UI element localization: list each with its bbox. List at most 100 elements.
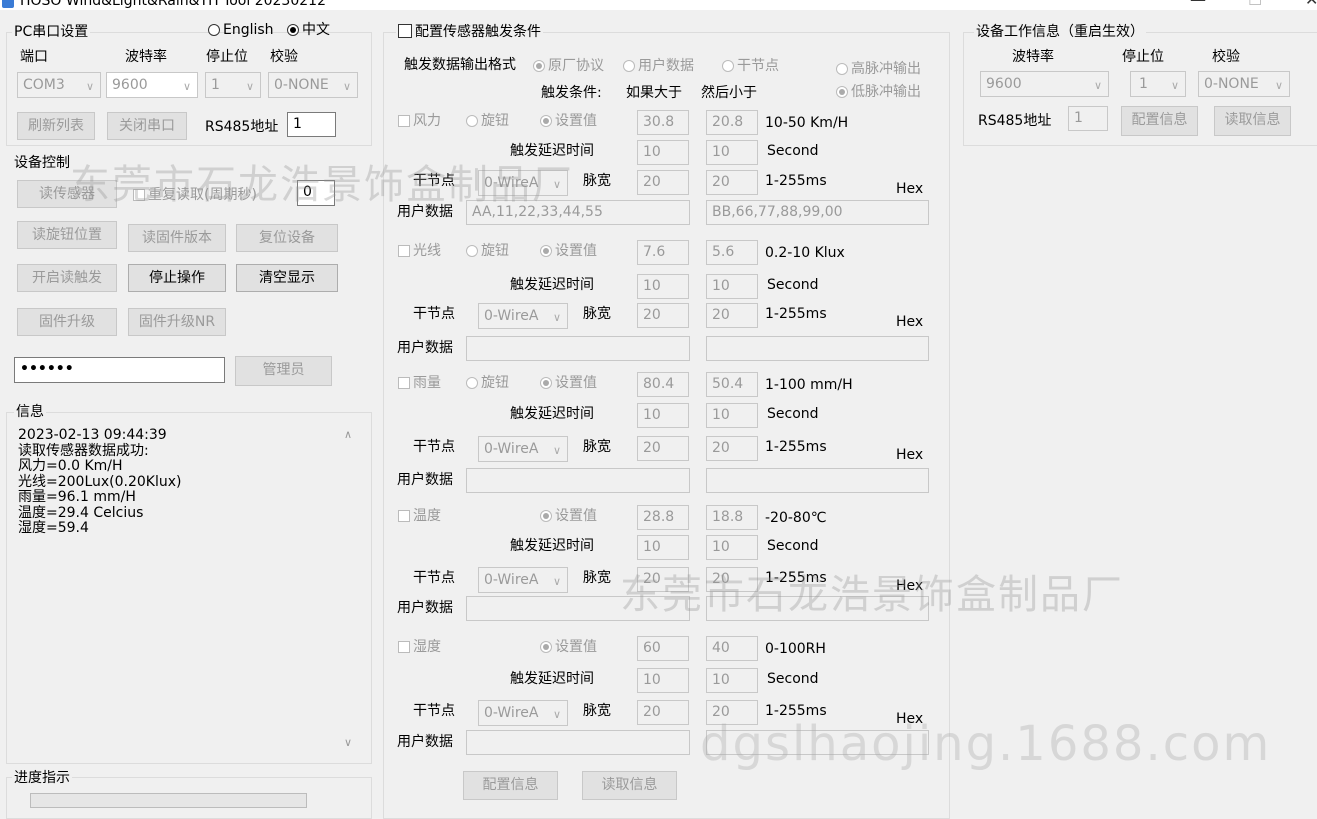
user-data-input-2[interactable] [706, 730, 929, 755]
close-button[interactable]: ✕ [1305, 0, 1317, 9]
pulse-input-1[interactable]: 20 [637, 567, 689, 592]
user-data-input-1[interactable] [466, 468, 690, 493]
threshold-low-input[interactable]: 40 [706, 636, 758, 661]
rs485-address-input[interactable]: 1 [287, 112, 336, 137]
pulse-input-2[interactable]: 20 [706, 170, 758, 195]
info-scrollbar[interactable]: ∧ ∨ [340, 428, 358, 754]
read-knob-button[interactable]: 读旋钮位置 [17, 221, 117, 249]
scroll-up-icon[interactable]: ∧ [344, 428, 352, 441]
knob-radio[interactable]: 旋钮 [466, 374, 509, 392]
user-data-input-2[interactable]: BB,66,77,88,99,00 [706, 200, 929, 225]
pulse-input-1[interactable]: 20 [637, 303, 689, 328]
lang-english-radio[interactable]: English [208, 21, 274, 39]
parity-select[interactable]: 0-NONE ∨ [268, 72, 358, 98]
wire-select[interactable]: 0-WireA ∨ [478, 436, 568, 462]
wire-select[interactable]: 0-WireA ∨ [478, 170, 568, 196]
trigger-config-button[interactable]: 配置信息 [463, 771, 558, 800]
threshold-low-input[interactable]: 18.8 [706, 505, 758, 530]
fmt-dry-radio[interactable]: 干节点 [722, 57, 779, 75]
read-firmware-button[interactable]: 读固件版本 [128, 224, 226, 252]
repeat-read-checkbox[interactable]: 重复读取(周期秒) [133, 186, 257, 204]
user-data-input-2[interactable] [706, 596, 929, 621]
pulse-input-1[interactable]: 20 [637, 436, 689, 461]
user-data-input-1[interactable] [466, 596, 690, 621]
pulse-input-2[interactable]: 20 [706, 567, 758, 592]
port-select[interactable]: COM3 ∨ [17, 72, 101, 98]
wire-select[interactable]: 0-WireA ∨ [478, 567, 568, 593]
user-data-input-1[interactable] [466, 730, 690, 755]
knob-radio[interactable]: 旋钮 [466, 242, 509, 260]
knob-radio[interactable]: 旋钮 [466, 112, 509, 130]
user-data-input-1[interactable] [466, 336, 690, 361]
dev-rs485-input[interactable]: 1 [1068, 106, 1108, 131]
pulse-low-radio[interactable]: 低脉冲输出 [836, 83, 921, 101]
sensor-enable-checkbox[interactable]: 风力 [398, 112, 441, 130]
dev-baud-select[interactable]: 9600 ∨ [980, 71, 1109, 97]
pulse-input-2[interactable]: 20 [706, 303, 758, 328]
dev-read-button[interactable]: 读取信息 [1214, 106, 1291, 136]
sensor-enable-checkbox[interactable]: 雨量 [398, 374, 441, 392]
stop-operation-button[interactable]: 停止操作 [128, 264, 226, 292]
setvalue-radio[interactable]: 设置值 [540, 507, 597, 525]
pulse-input-2[interactable]: 20 [706, 436, 758, 461]
sensor-enable-checkbox[interactable]: 湿度 [398, 638, 441, 656]
dev-parity-select[interactable]: 0-NONE ∨ [1198, 71, 1290, 97]
delay-input-1[interactable]: 10 [637, 535, 689, 560]
firmware-upgrade-nr-button[interactable]: 固件升级NR [128, 308, 226, 336]
fmt-user-radio[interactable]: 用户数据 [623, 57, 694, 75]
firmware-upgrade-button[interactable]: 固件升级 [17, 308, 117, 336]
stop-select[interactable]: 1 ∨ [205, 72, 261, 98]
baud-select[interactable]: 9600 ∨ [106, 72, 198, 98]
setvalue-radio[interactable]: 设置值 [540, 112, 597, 130]
close-port-button[interactable]: 关闭串口 [107, 112, 187, 140]
admin-button[interactable]: 管理员 [235, 356, 332, 386]
threshold-high-input[interactable]: 80.4 [637, 372, 689, 397]
refresh-list-button[interactable]: 刷新列表 [17, 112, 95, 140]
wire-select[interactable]: 0-WireA ∨ [478, 700, 568, 726]
threshold-low-input[interactable]: 5.6 [706, 240, 758, 265]
trigger-title[interactable]: 配置传感器触发条件 [396, 24, 543, 40]
reset-device-button[interactable]: 复位设备 [236, 224, 338, 252]
threshold-high-input[interactable]: 28.8 [637, 505, 689, 530]
password-input[interactable]: •••••• [14, 357, 225, 383]
dev-config-button[interactable]: 配置信息 [1121, 106, 1198, 136]
pulse-high-radio[interactable]: 高脉冲输出 [836, 60, 921, 78]
setvalue-radio[interactable]: 设置值 [540, 374, 597, 392]
user-data-input-1[interactable]: AA,11,22,33,44,55 [466, 200, 690, 225]
pulse-input-2[interactable]: 20 [706, 700, 758, 725]
threshold-high-input[interactable]: 60 [637, 636, 689, 661]
pulse-input-1[interactable]: 20 [637, 170, 689, 195]
fmt-original-radio[interactable]: 原厂协议 [533, 57, 604, 75]
repeat-period-input[interactable]: 0 [297, 180, 335, 206]
user-data-input-2[interactable] [706, 336, 929, 361]
delay-input-2[interactable]: 10 [706, 535, 758, 560]
delay-input-1[interactable]: 10 [637, 403, 689, 428]
threshold-low-input[interactable]: 20.8 [706, 110, 758, 135]
lang-chinese-radio[interactable]: 中文 [287, 21, 330, 39]
delay-input-1[interactable]: 10 [637, 140, 689, 165]
setvalue-radio[interactable]: 设置值 [540, 638, 597, 656]
threshold-low-input[interactable]: 50.4 [706, 372, 758, 397]
sensor-enable-checkbox[interactable]: 温度 [398, 507, 441, 525]
trigger-read-button[interactable]: 读取信息 [582, 771, 677, 800]
setvalue-radio[interactable]: 设置值 [540, 242, 597, 260]
minimize-button[interactable]: — [1190, 0, 1206, 9]
pulse-input-1[interactable]: 20 [637, 700, 689, 725]
user-data-input-2[interactable] [706, 468, 929, 493]
delay-input-2[interactable]: 10 [706, 668, 758, 693]
threshold-high-input[interactable]: 30.8 [637, 110, 689, 135]
delay-input-2[interactable]: 10 [706, 403, 758, 428]
clear-display-button[interactable]: 清空显示 [236, 264, 338, 292]
sensor-enable-checkbox[interactable]: 光线 [398, 242, 441, 260]
start-trigger-button[interactable]: 开启读触发 [17, 264, 117, 292]
delay-input-1[interactable]: 10 [637, 274, 689, 299]
delay-input-1[interactable]: 10 [637, 668, 689, 693]
dev-stop-select[interactable]: 1 ∨ [1130, 71, 1186, 97]
delay-input-2[interactable]: 10 [706, 140, 758, 165]
read-sensor-button[interactable]: 读传感器 [17, 180, 117, 208]
delay-input-2[interactable]: 10 [706, 274, 758, 299]
threshold-high-input[interactable]: 7.6 [637, 240, 689, 265]
scroll-down-icon[interactable]: ∨ [344, 736, 352, 749]
wire-select[interactable]: 0-WireA ∨ [478, 303, 568, 329]
maximize-button[interactable]: ☐ [1248, 0, 1262, 9]
